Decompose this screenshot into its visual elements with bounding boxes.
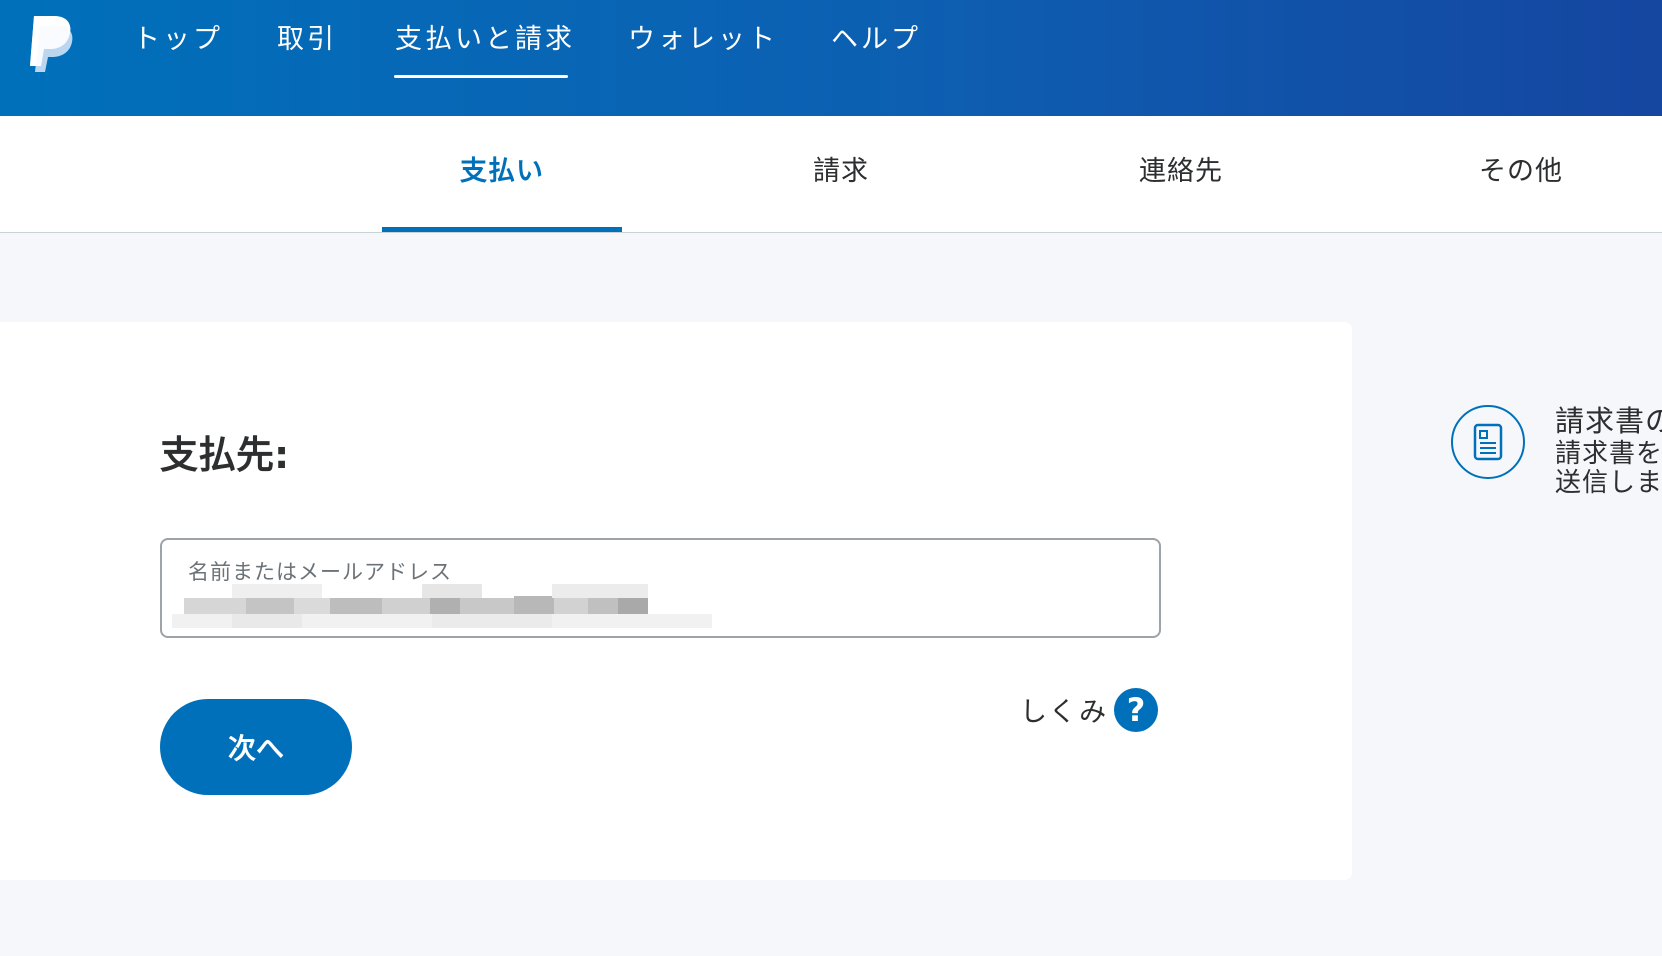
tab-payments[interactable]: 支払い — [382, 150, 622, 194]
nav-item-top[interactable]: トップ — [133, 20, 223, 60]
next-button[interactable]: 次へ — [160, 699, 352, 795]
question-circle-icon[interactable]: ? — [1114, 688, 1158, 732]
redacted-recipient-value — [172, 584, 732, 634]
invoice-document-icon — [1451, 405, 1525, 479]
nav-item-payments-and-invoices[interactable]: 支払いと請求 — [395, 20, 575, 60]
tab-invoices[interactable]: 請求 — [721, 150, 961, 194]
active-nav-indicator — [394, 75, 568, 78]
nav-item-wallet[interactable]: ウォレット — [628, 20, 778, 60]
paypal-logo[interactable] — [24, 14, 74, 74]
active-tab-indicator — [382, 227, 622, 232]
page-title: 支払先: — [160, 433, 290, 477]
nav-item-help[interactable]: ヘルプ — [831, 20, 921, 60]
invoice-promo-text: 請求書を 送信しま — [1555, 439, 1662, 498]
invoice-promo-title[interactable]: 請求書の — [1555, 398, 1662, 440]
send-payment-card: 支払先: 名前またはメールアドレス 次へ しくみ ? — [0, 322, 1352, 880]
sub-navigation-bar: 支払い 請求 連絡先 その他 — [0, 116, 1662, 233]
top-navigation-bar: トップ 取引 支払いと請求 ウォレット ヘルプ — [0, 0, 1662, 116]
tab-contacts[interactable]: 連絡先 — [1061, 150, 1301, 194]
recipient-input[interactable]: 名前またはメールアドレス — [160, 538, 1161, 638]
nav-item-transactions[interactable]: 取引 — [277, 20, 337, 60]
recipient-input-label: 名前またはメールアドレス — [188, 560, 452, 584]
how-it-works-link[interactable]: しくみ — [1020, 690, 1108, 736]
tab-more[interactable]: その他 — [1401, 150, 1641, 194]
